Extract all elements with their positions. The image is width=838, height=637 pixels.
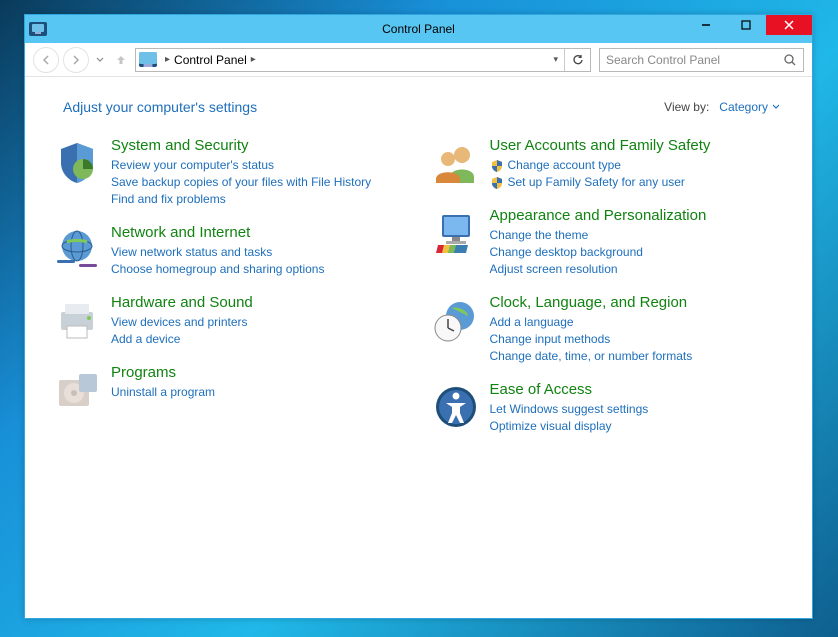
up-button[interactable] [111,53,131,67]
window-title: Control Panel [382,22,455,36]
category-link[interactable]: Uninstall a program [111,384,215,401]
refresh-button[interactable] [564,49,590,71]
shield-icon [53,139,101,187]
globe-icon [53,226,101,274]
link-text: Change account type [508,157,621,174]
category-ease: Ease of Access Let Windows suggest setti… [432,381,785,435]
category-link[interactable]: Adjust screen resolution [490,261,707,278]
link-text: Set up Family Safety for any user [508,174,685,191]
category-link[interactable]: Set up Family Safety for any user [490,174,711,191]
history-dropdown[interactable] [93,57,107,63]
page-title: Adjust your computer's settings [63,99,257,115]
search-input[interactable] [600,49,777,71]
category-title[interactable]: User Accounts and Family Safety [490,137,711,154]
uac-shield-icon [490,176,504,190]
category-link[interactable]: View devices and printers [111,314,253,331]
category-link[interactable]: View network status and tasks [111,244,324,261]
content-header: Adjust your computer's settings View by:… [53,99,784,115]
window: Control Panel [24,14,813,619]
left-column: System and Security Review your computer… [53,137,426,451]
uac-shield-icon [490,159,504,173]
programs-icon [53,366,101,414]
category-clock: Clock, Language, and Region Add a langua… [432,294,785,365]
category-hardware: Hardware and Sound View devices and prin… [53,294,406,348]
category-link[interactable]: Change input methods [490,331,693,348]
users-icon [432,139,480,187]
category-link[interactable]: Add a device [111,331,253,348]
category-title[interactable]: Ease of Access [490,381,649,398]
category-link[interactable]: Change account type [490,157,711,174]
category-system-security: System and Security Review your computer… [53,137,406,208]
category-programs: Programs Uninstall a program [53,364,406,414]
view-by-label: View by: [664,100,709,114]
category-link[interactable]: Change desktop background [490,244,707,261]
clock-icon [432,296,480,344]
category-title[interactable]: Network and Internet [111,224,324,241]
toolbar: ▸ Control Panel ▸ ▾ [25,43,812,77]
breadcrumb-sep-icon: ▸ [251,54,256,65]
chevron-down-icon [772,104,780,110]
category-appearance: Appearance and Personalization Change th… [432,207,785,278]
category-link[interactable]: Change date, time, or number formats [490,348,693,365]
appearance-icon [432,209,480,257]
address-bar[interactable]: ▸ Control Panel ▸ ▾ [135,48,591,72]
category-network: Network and Internet View network status… [53,224,406,278]
ease-of-access-icon [432,383,480,431]
category-title[interactable]: Hardware and Sound [111,294,253,311]
category-link[interactable]: Add a language [490,314,693,331]
breadcrumb-sep-icon: ▸ [165,54,170,65]
breadcrumb[interactable]: Control Panel [174,53,247,67]
window-controls [686,15,812,37]
content-area: Adjust your computer's settings View by:… [25,77,812,461]
category-link[interactable]: Find and fix problems [111,191,371,208]
back-button[interactable] [33,47,59,73]
category-link[interactable]: Let Windows suggest settings [490,401,649,418]
view-by-dropdown[interactable]: Category [719,100,780,114]
maximize-button[interactable] [726,15,766,35]
category-title[interactable]: Programs [111,364,215,381]
category-link[interactable]: Review your computer's status [111,157,371,174]
category-grid: System and Security Review your computer… [53,137,784,451]
category-link[interactable]: Choose homegroup and sharing options [111,261,324,278]
search-icon[interactable] [777,53,803,67]
printer-icon [53,296,101,344]
control-panel-icon [29,22,47,36]
close-button[interactable] [766,15,812,35]
minimize-button[interactable] [686,15,726,35]
category-title[interactable]: Appearance and Personalization [490,207,707,224]
address-dropdown-icon[interactable]: ▾ [547,54,564,65]
category-users: User Accounts and Family Safety Change a… [432,137,785,191]
search-bar [599,48,804,72]
view-by-value: Category [719,100,768,114]
category-title[interactable]: Clock, Language, and Region [490,294,693,311]
view-by: View by: Category [664,100,780,114]
category-link[interactable]: Save backup copies of your files with Fi… [111,174,371,191]
category-title[interactable]: System and Security [111,137,371,154]
category-link[interactable]: Optimize visual display [490,418,649,435]
breadcrumb-icon [139,53,157,67]
category-link[interactable]: Change the theme [490,227,707,244]
right-column: User Accounts and Family Safety Change a… [426,137,785,451]
forward-button[interactable] [63,47,89,73]
titlebar: Control Panel [25,15,812,43]
